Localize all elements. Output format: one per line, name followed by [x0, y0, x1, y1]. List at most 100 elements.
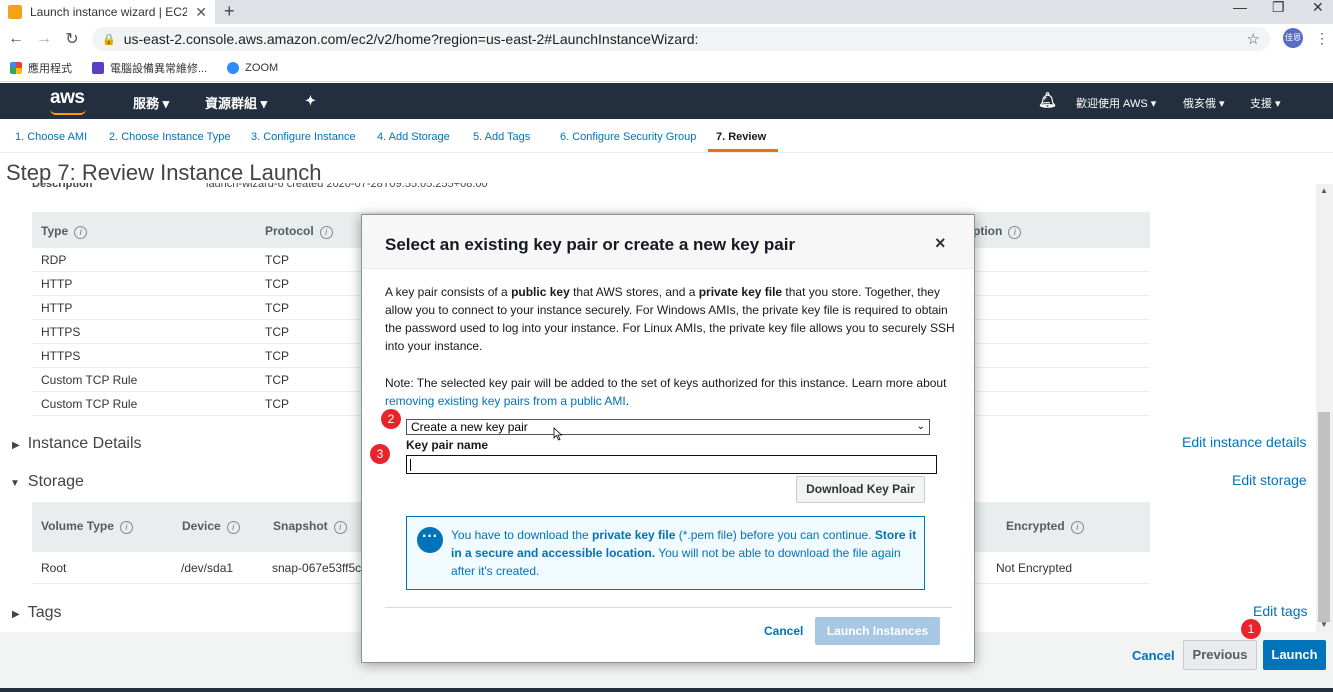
- chat-bubble-icon: ···: [417, 527, 443, 553]
- expand-arrow-icon: ▶: [12, 440, 20, 451]
- services-menu[interactable]: 服務 ▾: [133, 93, 169, 112]
- key-pair-select[interactable]: Create a new key pair ⌄: [406, 419, 930, 435]
- bookmark-zoom[interactable]: ZOOM: [227, 61, 279, 74]
- col-volume-type: Volume Type i: [41, 519, 133, 534]
- profile-avatar[interactable]: 佳恩: [1283, 28, 1303, 48]
- bookmark-label: ZOOM: [245, 61, 279, 74]
- launch-instances-button[interactable]: Launch Instances: [815, 617, 940, 645]
- mouse-cursor-icon: [553, 427, 563, 441]
- edit-tags-link[interactable]: Edit tags: [1253, 603, 1307, 619]
- window-close-icon[interactable]: ✕: [1312, 0, 1324, 24]
- scroll-up-icon[interactable]: ▲: [1320, 186, 1328, 195]
- scroll-down-icon[interactable]: ▼: [1320, 620, 1328, 629]
- wizard-steps: 1. Choose AMI 2. Choose Instance Type 3.…: [0, 119, 1333, 153]
- bottom-bar: [0, 688, 1333, 692]
- col-type: Type i: [41, 224, 88, 239]
- bookmark-apps[interactable]: 應用程式: [10, 60, 72, 76]
- col-device: Device i: [182, 519, 240, 534]
- section-instance-details[interactable]: ▶ Instance Details: [12, 435, 142, 453]
- step-configure-security-group[interactable]: 6. Configure Security Group: [560, 131, 696, 143]
- tab-close-icon[interactable]: ✕: [195, 4, 207, 21]
- step-badge-2: 2: [381, 409, 401, 429]
- collapse-arrow-icon: ▼: [10, 478, 20, 489]
- restore-icon[interactable]: ❐: [1272, 0, 1285, 24]
- bookmark-repair[interactable]: 電腦設備異常維修...: [92, 60, 207, 76]
- remove-key-pairs-link[interactable]: removing existing key pairs from a publi…: [385, 394, 626, 408]
- browser-tab-bar: Launch instance wizard | EC2 M ✕ + — ❐ ✕: [0, 0, 1333, 24]
- star-icon[interactable]: ☆: [1247, 30, 1260, 48]
- info-icon[interactable]: i: [333, 521, 347, 534]
- browser-tab[interactable]: Launch instance wizard | EC2 M ✕: [0, 0, 215, 24]
- col-encrypted: Encrypted i: [1006, 519, 1084, 534]
- address-row: ← → ↻ 🔒 us-east-2.console.aws.amazon.com…: [0, 24, 1333, 54]
- scrollbar-thumb[interactable]: [1318, 412, 1330, 622]
- step-add-tags[interactable]: 5. Add Tags: [473, 131, 530, 143]
- edit-instance-details-link[interactable]: Edit instance details: [1182, 434, 1307, 450]
- support-menu[interactable]: 支援 ▾: [1250, 95, 1281, 111]
- back-icon[interactable]: ←: [2, 30, 30, 48]
- step-choose-instance-type[interactable]: 2. Choose Instance Type: [109, 131, 231, 143]
- bell-icon[interactable]: 🔔︎: [1038, 91, 1057, 109]
- step-badge-1: 1: [1241, 619, 1261, 639]
- download-key-pair-button[interactable]: Download Key Pair: [796, 476, 925, 503]
- info-icon[interactable]: i: [119, 521, 133, 534]
- key-pair-name-label: Key pair name: [406, 438, 489, 452]
- modal-header: Select an existing key pair or create a …: [362, 215, 974, 269]
- forward-icon[interactable]: →: [30, 30, 58, 48]
- close-icon[interactable]: ×: [935, 233, 946, 254]
- expand-arrow-icon: ▶: [12, 609, 20, 620]
- reload-icon[interactable]: ↻: [58, 29, 86, 49]
- modal-title: Select an existing key pair or create a …: [385, 235, 796, 254]
- zoom-icon: [227, 61, 240, 74]
- cancel-button[interactable]: Cancel: [1132, 648, 1175, 663]
- step-badge-3: 3: [370, 444, 390, 464]
- info-icon[interactable]: i: [226, 521, 240, 534]
- info-icon[interactable]: i: [319, 226, 333, 239]
- step-configure-instance[interactable]: 3. Configure Instance: [251, 131, 356, 143]
- aws-favicon-icon: [8, 5, 22, 19]
- aws-smile-icon: [50, 109, 86, 115]
- modal-cancel-button[interactable]: Cancel: [764, 624, 803, 638]
- col-description: ption i: [973, 224, 1022, 239]
- url-bar[interactable]: 🔒 us-east-2.console.aws.amazon.com/ec2/v…: [92, 27, 1270, 51]
- info-alert: ··· You have to download the private key…: [406, 516, 925, 590]
- info-icon[interactable]: i: [74, 226, 88, 239]
- new-tab-icon[interactable]: +: [224, 0, 235, 24]
- info-alert-text: You have to download the private key fil…: [451, 528, 917, 578]
- text-caret: [410, 459, 411, 471]
- tab-title: Launch instance wizard | EC2 M: [30, 5, 188, 19]
- region-menu[interactable]: 俄亥俄 ▾: [1183, 95, 1225, 111]
- page-title: Step 7: Review Instance Launch: [6, 160, 322, 185]
- modal-description: A key pair consists of a public key that…: [385, 285, 955, 353]
- info-icon[interactable]: i: [1070, 521, 1084, 534]
- divider: [385, 607, 952, 608]
- aws-logo[interactable]: aws: [50, 87, 85, 109]
- modal-note: Note: The selected key pair will be adde…: [385, 376, 947, 408]
- section-storage[interactable]: ▼ Storage: [10, 473, 84, 491]
- info-icon[interactable]: i: [1008, 226, 1022, 239]
- launch-button[interactable]: Launch: [1263, 640, 1326, 670]
- menu-icon[interactable]: ⋮: [1315, 30, 1329, 47]
- col-protocol: Protocol i: [265, 224, 333, 239]
- lock-icon: 🔒: [102, 33, 116, 46]
- bookmark-label: 電腦設備異常維修...: [110, 62, 208, 75]
- minimize-icon[interactable]: —: [1233, 0, 1247, 24]
- step-choose-ami[interactable]: 1. Choose AMI: [15, 131, 87, 143]
- resource-groups-menu[interactable]: 資源群組 ▾: [205, 93, 267, 112]
- edit-storage-link[interactable]: Edit storage: [1232, 472, 1307, 488]
- key-pair-name-input[interactable]: [406, 455, 937, 474]
- apps-grid-icon: [10, 61, 22, 74]
- section-tags[interactable]: ▶ Tags: [12, 604, 62, 622]
- step-add-storage[interactable]: 4. Add Storage: [377, 131, 450, 143]
- aws-top-nav: aws 服務 ▾ 資源群組 ▾ ✦ 🔔︎ 歡迎使用 AWS ▾ 俄亥俄 ▾ 支援…: [0, 83, 1333, 119]
- pin-icon[interactable]: ✦: [305, 93, 316, 109]
- bookmark-label: 應用程式: [28, 62, 72, 75]
- url-text: us-east-2.console.aws.amazon.com/ec2/v2/…: [123, 31, 699, 47]
- bookmarks-bar: 應用程式 電腦設備異常維修... ZOOM: [0, 54, 1333, 82]
- previous-button[interactable]: Previous: [1183, 640, 1257, 670]
- key-pair-modal: Select an existing key pair or create a …: [361, 214, 975, 663]
- form-icon: [92, 61, 104, 74]
- step-review[interactable]: 7. Review: [708, 131, 779, 152]
- account-menu[interactable]: 歡迎使用 AWS ▾: [1076, 95, 1156, 111]
- col-snapshot: Snapshot i: [273, 519, 347, 534]
